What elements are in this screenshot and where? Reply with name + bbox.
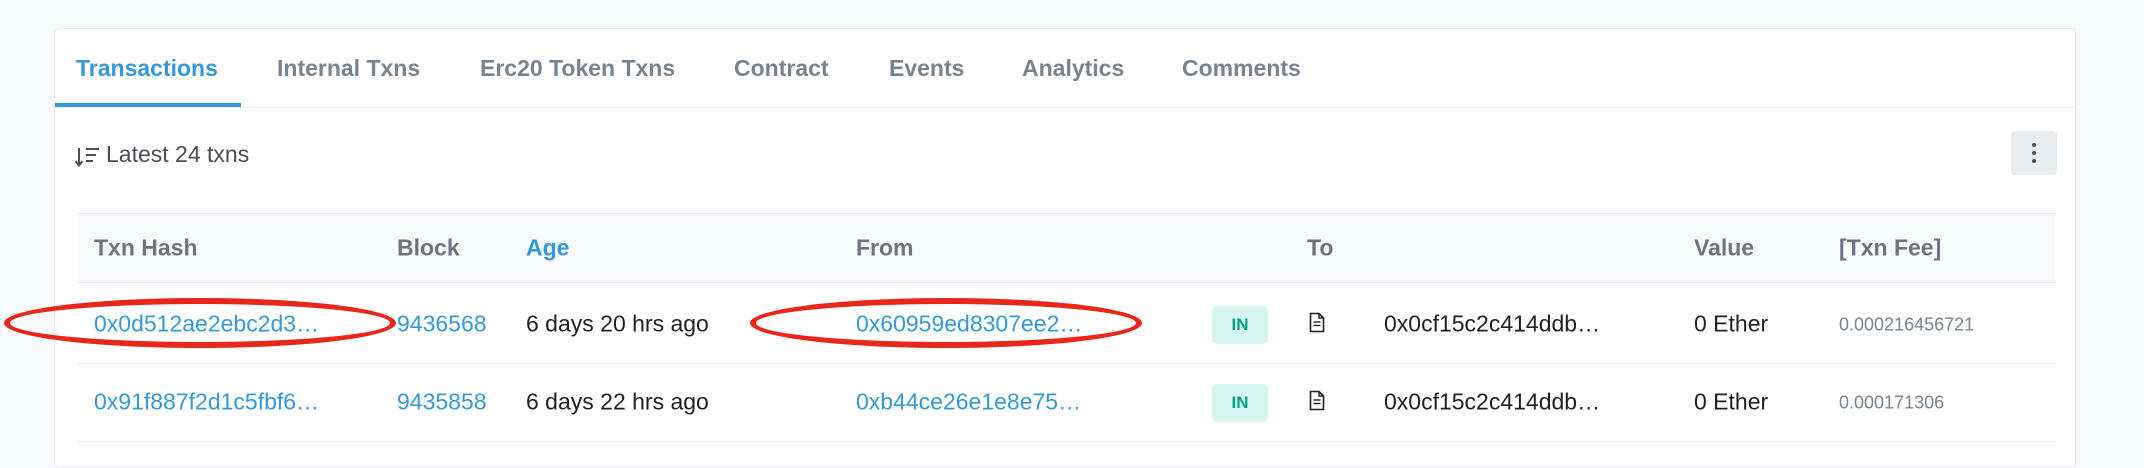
vertical-ellipsis-icon (2032, 143, 2036, 147)
value-amount: 0 Ether (1694, 310, 1769, 337)
txn-hash-link[interactable]: 0x91f887f2d1c5fbf6… (94, 389, 319, 416)
sort-descending-icon (75, 148, 99, 168)
block-link[interactable]: 9436568 (397, 311, 487, 338)
active-tab-indicator (55, 103, 241, 107)
tab-transactions[interactable]: Transactions (76, 29, 218, 107)
more-options-button[interactable] (2011, 131, 2057, 175)
txn-fee-value: 0.000216456721 (1839, 314, 1975, 335)
table-header-row (77, 213, 2055, 283)
header-txn-fee[interactable]: [Txn Fee] (1839, 235, 1941, 262)
tab-analytics[interactable]: Analytics (1022, 29, 1124, 107)
header-from: From (856, 234, 914, 261)
latest-txns-label: Latest 24 txns (106, 141, 250, 167)
tab-comments[interactable]: Comments (1182, 29, 1301, 107)
txn-hash-link[interactable]: 0x0d512ae2ebc2d3… (94, 311, 319, 338)
to-address-link[interactable]: 0x0cf15c2c414ddb… (1384, 389, 1600, 416)
from-address-link[interactable]: 0xb44ce26e1e8e75… (856, 389, 1081, 416)
tab-erc20-token-txns[interactable]: Erc20 Token Txns (480, 29, 675, 107)
age-value: 6 days 20 hrs ago (526, 310, 709, 337)
header-txn-hash: Txn Hash (94, 234, 198, 261)
direction-in-badge: IN (1212, 384, 1268, 422)
age-value: 6 days 22 hrs ago (526, 388, 709, 415)
tab-contract[interactable]: Contract (734, 29, 829, 107)
header-block: Block (397, 234, 460, 261)
transactions-card: Transactions Internal Txns Erc20 Token T… (54, 28, 2076, 468)
txn-fee-value: 0.000171306 (1839, 392, 1945, 413)
row-divider (77, 363, 2055, 364)
row-divider (77, 441, 2055, 442)
header-age[interactable]: Age (526, 235, 569, 262)
contract-document-icon (1309, 390, 1325, 411)
tab-internal-txns[interactable]: Internal Txns (277, 29, 420, 107)
tab-bar: Transactions Internal Txns Erc20 Token T… (55, 29, 2075, 108)
to-address-link[interactable]: 0x0cf15c2c414ddb… (1384, 311, 1600, 338)
direction-in-badge: IN (1212, 306, 1268, 344)
from-address-link[interactable]: 0x60959ed8307ee2… (856, 311, 1082, 338)
block-link[interactable]: 9435858 (397, 389, 487, 416)
tab-events[interactable]: Events (889, 29, 964, 107)
header-value: Value (1694, 234, 1755, 261)
header-to: To (1307, 234, 1334, 261)
contract-document-icon (1309, 312, 1325, 333)
value-amount: 0 Ether (1694, 388, 1769, 415)
